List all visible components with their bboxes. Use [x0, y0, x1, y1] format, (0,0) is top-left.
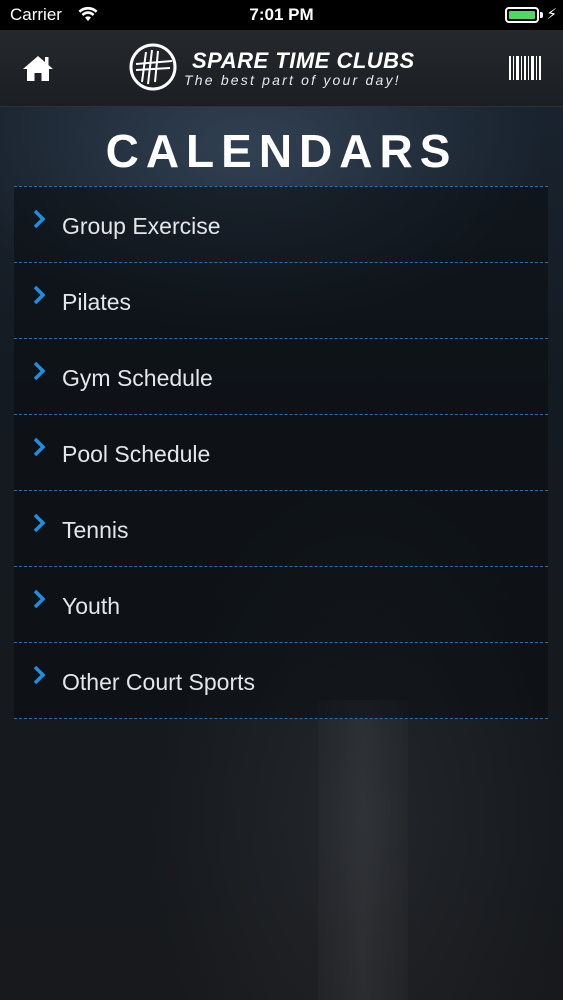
barcode-icon[interactable] [508, 55, 542, 81]
calendar-item-label: Group Exercise [62, 213, 221, 239]
calendar-item-gym-schedule[interactable]: Gym Schedule [14, 338, 548, 414]
calendar-item-label: Pilates [62, 289, 132, 315]
battery-icon [505, 7, 539, 23]
calendar-item-pilates[interactable]: Pilates [14, 262, 548, 338]
chevron-right-icon [33, 589, 46, 609]
battery-tip [540, 12, 543, 18]
background-post [318, 700, 408, 1000]
app-header: SPARE TIME CLUBS The best part of your d… [0, 30, 563, 107]
chevron-right-icon [33, 209, 46, 229]
chevron-right-icon [33, 665, 46, 685]
calendar-item-label: Gym Schedule [62, 365, 213, 391]
logo-title: SPARE TIME CLUBS [192, 48, 415, 73]
calendar-item-pool-schedule[interactable]: Pool Schedule [14, 414, 548, 490]
chevron-right-icon [33, 437, 46, 457]
status-time: 7:01 PM [249, 5, 314, 24]
calendar-item-label: Youth [62, 593, 120, 619]
chevron-right-icon [33, 285, 46, 305]
calendar-item-group-exercise[interactable]: Group Exercise [14, 186, 548, 262]
chevron-right-icon [33, 361, 46, 381]
calendar-item-label: Pool Schedule [62, 441, 211, 467]
calendar-item-other-court-sports[interactable]: Other Court Sports [14, 642, 548, 719]
spare-time-clubs-logo: SPARE TIME CLUBS The best part of your d… [128, 42, 448, 96]
charging-icon: ⚡ [546, 6, 557, 23]
calendar-item-label: Tennis [62, 517, 129, 543]
chevron-right-icon [33, 513, 46, 533]
logo-tagline: The best part of your day! [184, 72, 401, 88]
calendar-item-label: Other Court Sports [62, 669, 256, 695]
page-title: CALENDARS [105, 125, 458, 177]
logo-mark-icon [129, 43, 177, 91]
calendar-list: Group Exercise Pilates Gym Schedule Pool… [14, 186, 548, 719]
status-bar: Carrier 7:01 PM ⚡ [0, 0, 563, 30]
calendar-item-tennis[interactable]: Tennis [14, 490, 548, 566]
home-icon[interactable] [22, 54, 54, 82]
calendar-item-youth[interactable]: Youth [14, 566, 548, 642]
